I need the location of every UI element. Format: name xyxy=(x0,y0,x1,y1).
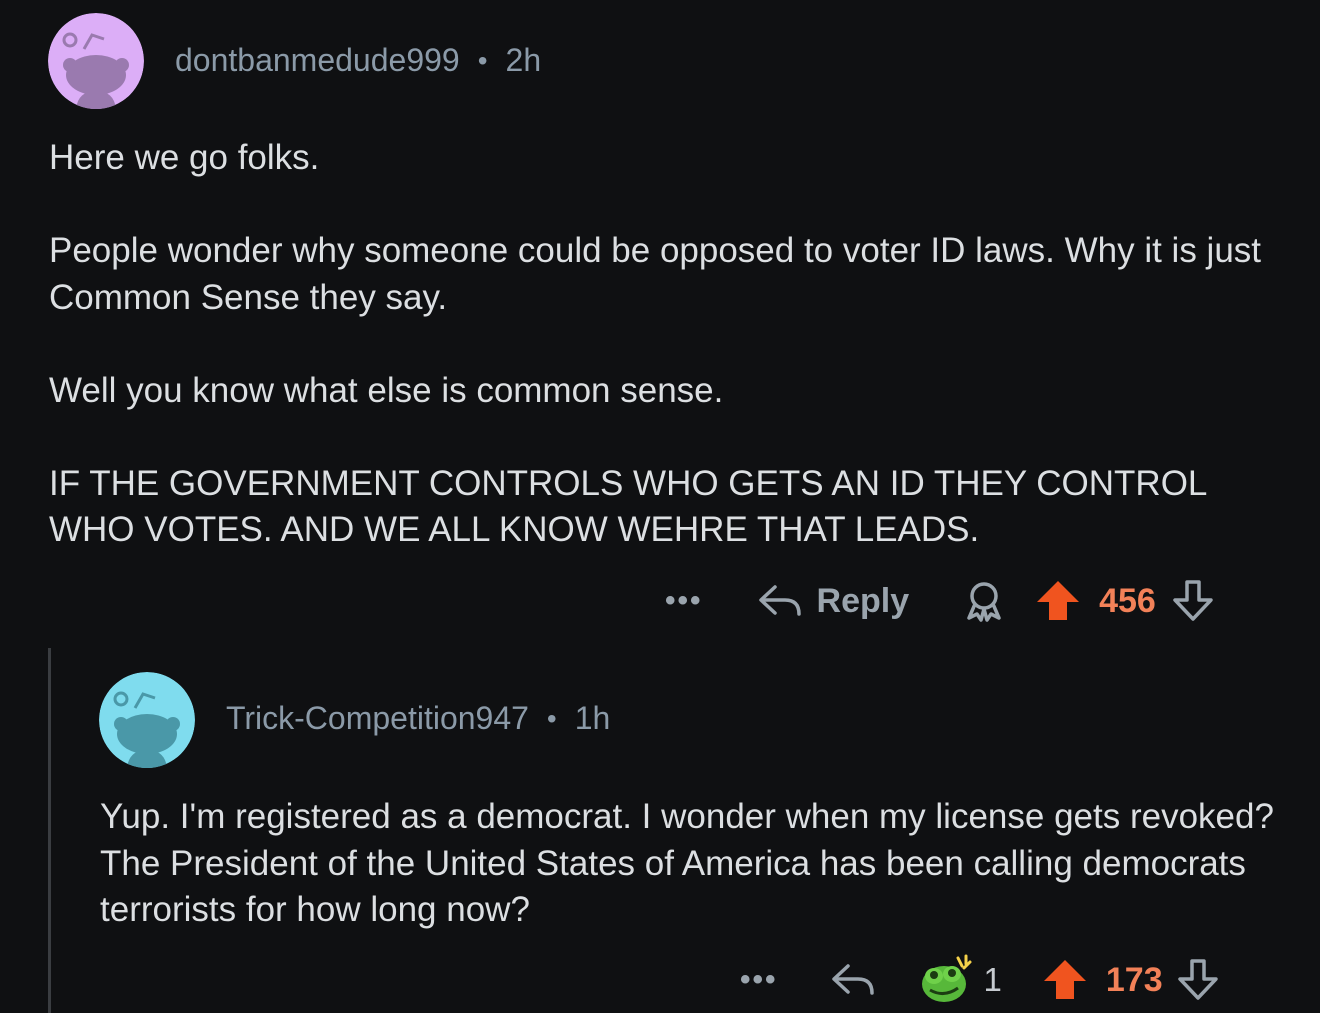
reply-label: Reply xyxy=(816,581,910,620)
separator-dot: • xyxy=(477,44,488,76)
downvote-button[interactable] xyxy=(1175,957,1221,1003)
comment-body: Yup. I'm registered as a democrat. I won… xyxy=(100,797,1274,929)
award-button[interactable] xyxy=(918,954,974,1006)
reply-icon xyxy=(831,964,874,995)
comment-meta: dontbanmedude999 • 2h xyxy=(175,42,541,79)
username[interactable]: dontbanmedude999 xyxy=(175,42,460,79)
upvote-button[interactable] xyxy=(1035,578,1081,624)
vote-score: 456 xyxy=(1099,581,1156,620)
separator-dot: • xyxy=(546,702,557,734)
avatar[interactable] xyxy=(99,672,195,768)
upvote-arrow-icon xyxy=(1043,960,1086,999)
timestamp: 1h xyxy=(574,700,611,736)
downvote-arrow-icon xyxy=(1173,580,1213,621)
reply-icon xyxy=(758,585,801,616)
username[interactable]: Trick-Competition947 xyxy=(226,700,529,737)
timestamp: 2h xyxy=(505,42,542,78)
vote-score: 173 xyxy=(1105,960,1163,999)
downvote-button[interactable] xyxy=(1170,578,1216,624)
downvote-arrow-icon xyxy=(1177,959,1218,1000)
snoo-avatar-icon xyxy=(99,672,195,768)
comment-body: Here we go folks. People wonder why some… xyxy=(49,138,1262,549)
reply-button[interactable] xyxy=(830,960,876,1000)
comment-actions: ••• 1 173 xyxy=(740,954,1221,1006)
frog-award-icon xyxy=(921,954,972,1002)
avatar[interactable] xyxy=(48,13,144,109)
award-button[interactable] xyxy=(961,578,1007,624)
upvote-arrow-icon xyxy=(1037,581,1080,620)
comment-actions: ••• Reply 456 xyxy=(665,576,1216,626)
more-options-button[interactable]: ••• xyxy=(665,584,703,618)
reply-button[interactable]: Reply xyxy=(757,581,910,621)
award-count: 1 xyxy=(983,961,1002,998)
snoo-avatar-icon xyxy=(48,13,144,109)
award-icon xyxy=(967,582,1001,622)
upvote-button[interactable] xyxy=(1042,957,1088,1003)
thread-line[interactable] xyxy=(48,648,51,1013)
more-options-button[interactable]: ••• xyxy=(740,963,778,997)
comment-meta: Trick-Competition947 • 1h xyxy=(226,700,610,737)
